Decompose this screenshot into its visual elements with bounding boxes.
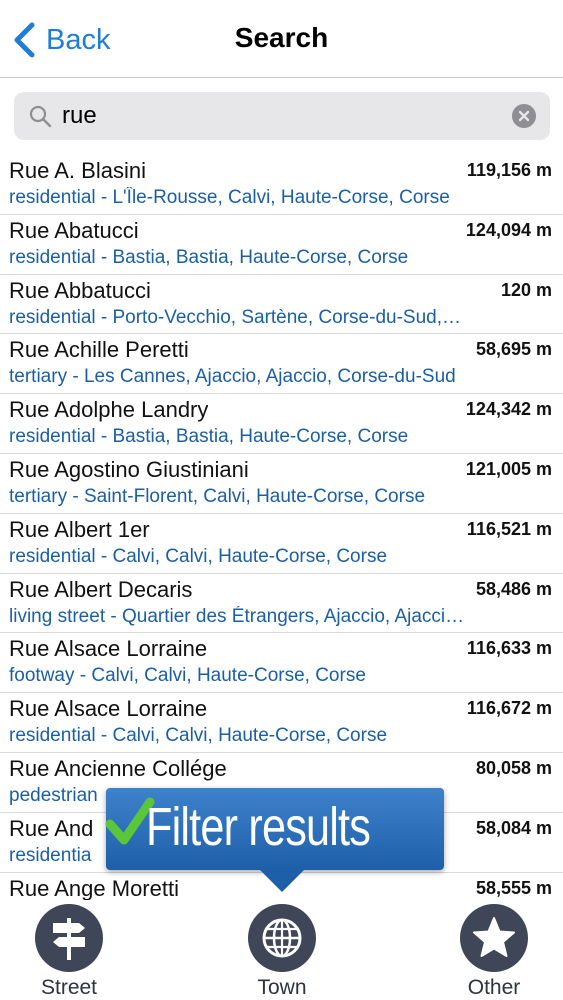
tab-bar: Street Town Other: [0, 900, 563, 1000]
result-distance: 116,672 m: [466, 698, 552, 719]
result-detail: residential - Calvi, Calvi, Haute-Corse,…: [9, 545, 388, 567]
clear-search-icon[interactable]: [512, 104, 536, 128]
result-name: Rue Abatucci: [9, 217, 139, 243]
result-row[interactable]: Rue Alsace Lorraine 116,633 m footway - …: [0, 633, 563, 694]
result-detail: tertiary - Saint-Florent, Calvi, Haute-C…: [9, 485, 426, 507]
result-row[interactable]: Rue Abbatucci 120 m residential - Porto-…: [0, 275, 563, 335]
tab-label: Street: [40, 976, 98, 999]
result-distance: 121,005 m: [465, 458, 552, 479]
result-distance: 119,156 m: [466, 160, 552, 180]
result-row[interactable]: Rue Adolphe Landry 124,342 m residential…: [0, 394, 563, 454]
result-distance: 58,084 m: [475, 817, 552, 838]
result-name: Rue Albert Decaris: [9, 576, 193, 602]
tab-other[interactable]: Other: [429, 904, 559, 1000]
signpost-icon: [35, 904, 103, 972]
result-row[interactable]: Rue A. Blasini 119,156 m residential - L…: [0, 155, 563, 215]
result-row[interactable]: Rue Alsace Lorraine 116,672 m residentia…: [0, 693, 563, 753]
tooltip-arrow: [258, 868, 306, 892]
result-distance: 116,521 m: [466, 518, 552, 539]
search-area: [0, 79, 563, 155]
globe-icon: [248, 904, 316, 972]
result-detail: residential - Porto-Vecchio, Sartène, Co…: [9, 306, 461, 328]
result-distance: 80,058 m: [475, 757, 552, 778]
search-icon: [29, 105, 52, 128]
result-distance: 58,555 m: [475, 877, 552, 898]
result-detail: tertiary - Les Cannes, Ajaccio, Ajaccio,…: [9, 366, 456, 388]
search-input[interactable]: [62, 96, 502, 136]
result-name: Rue Abbatucci: [9, 277, 151, 303]
result-detail: residential - Bastia, Bastia, Haute-Cors…: [9, 246, 409, 268]
search-box[interactable]: [14, 92, 550, 140]
result-row[interactable]: Rue Achille Peretti 58,695 m tertiary - …: [0, 334, 563, 395]
result-row[interactable]: Rue Agostino Giustiniani 121,005 m terti…: [0, 454, 563, 514]
result-name: Rue Alsace Lorraine: [9, 696, 208, 722]
result-name: Rue Ancienne Collége: [9, 755, 227, 781]
result-name: Rue Agostino Giustiniani: [9, 456, 249, 482]
result-detail: residential - L'Île-Rousse, Calvi, Haute…: [9, 187, 450, 208]
result-distance: 58,486 m: [475, 578, 552, 599]
tab-label: Town: [257, 976, 307, 999]
navigation-bar: Back Search: [0, 0, 563, 78]
result-distance: 124,342 m: [465, 399, 552, 420]
result-name: Rue Alsace Lorraine: [9, 636, 208, 662]
result-distance: 120 m: [500, 279, 552, 300]
result-distance: 124,094 m: [465, 219, 552, 240]
result-row[interactable]: Rue Albert 1er 116,521 m residential - C…: [0, 514, 563, 574]
result-name: Rue Ange Moretti: [9, 875, 179, 900]
result-distance: 116,633 m: [466, 638, 552, 659]
result-detail: residential - Calvi, Calvi, Haute-Corse,…: [9, 725, 388, 747]
result-detail: living street - Quartier des Étrangers, …: [9, 605, 465, 627]
result-detail: footway - Calvi, Calvi, Haute-Corse, Cor…: [9, 665, 366, 687]
result-detail: residential - Bastia, Bastia, Haute-Cors…: [9, 426, 409, 448]
tab-street[interactable]: Street: [4, 904, 134, 1000]
page-title: Search: [234, 22, 329, 53]
result-row[interactable]: Rue Albert Decaris 58,486 m living stree…: [0, 574, 563, 634]
result-distance: 58,695 m: [475, 339, 552, 360]
result-name: Rue Albert 1er: [9, 516, 150, 542]
result-name: Rue Adolphe Landry: [9, 397, 209, 423]
result-name: Rue And: [9, 815, 94, 841]
star-icon: [460, 904, 528, 972]
tooltip-text: Filter results: [146, 797, 371, 857]
result-name: Rue A. Blasini: [9, 158, 146, 183]
result-name: Rue Achille Peretti: [9, 337, 189, 363]
result-row[interactable]: Rue Abatucci 124,094 m residential - Bas…: [0, 215, 563, 275]
tab-label: Other: [467, 976, 521, 999]
tab-town[interactable]: Town: [217, 904, 347, 1000]
